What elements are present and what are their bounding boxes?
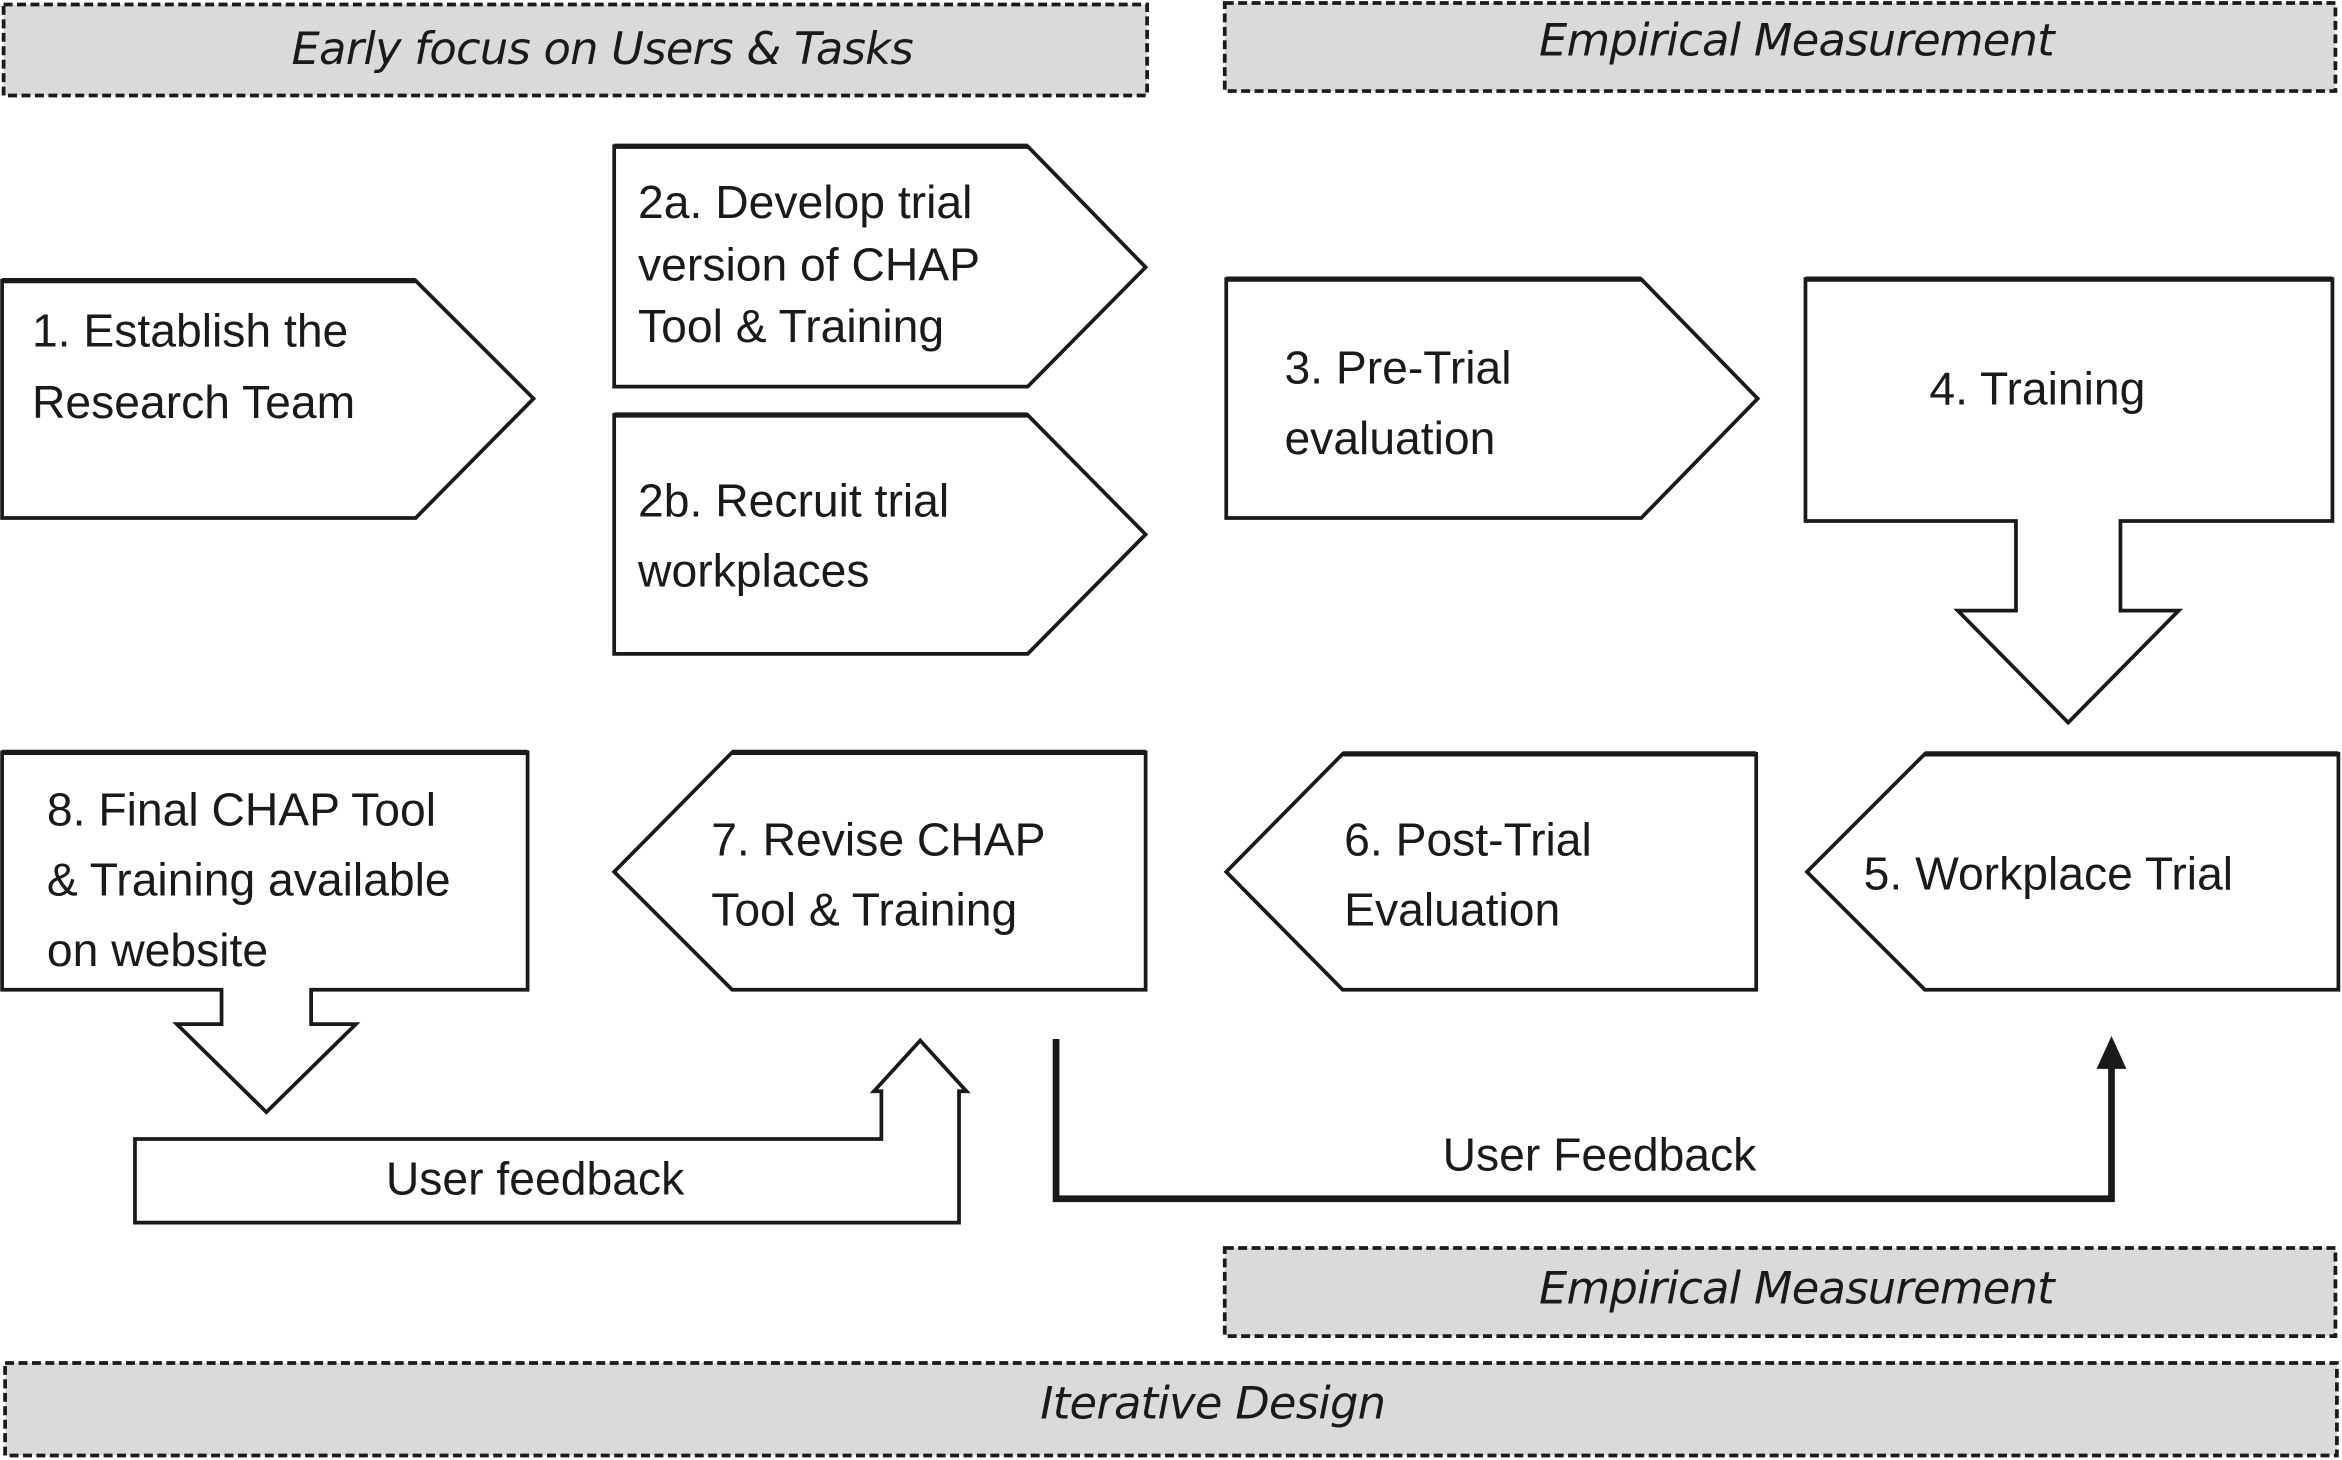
step-3-pre-trial-evaluation: 3. Pre-Trial evaluation (1224, 276, 1761, 520)
step-8-final-chap: 8. Final CHAP Tool & Training available … (0, 749, 530, 1115)
step-2b-shape (612, 413, 1149, 656)
step-3-line-1: 3. Pre-Trial (1284, 342, 1511, 394)
banner-empirical-top: Empirical Measurement (1222, 1, 2338, 93)
step-7-shape (611, 750, 1148, 992)
step-2b-line-1: 2b. Recruit trial (638, 475, 949, 527)
banner-empirical-top-label: Empirical Measurement (1539, 13, 2056, 66)
step-2a-line-3: Tool & Training (638, 300, 944, 352)
step-6-shape (1223, 752, 1759, 992)
banner-empirical-bottom: Empirical Measurement (1222, 1246, 2338, 1338)
banner-early-focus-label: Early focus on Users & Tasks (292, 22, 914, 75)
step-1-line-2: Research Team (32, 376, 355, 428)
user-feedback-right-arrowhead-icon (2096, 1036, 2127, 1069)
step-2b-line-2: workplaces (637, 545, 869, 597)
step-1-establish-team: 1. Establish the Research Team (0, 278, 537, 520)
step-8-line-1: 8. Final CHAP Tool (47, 784, 436, 836)
step-4-training: 4. Training (1803, 276, 2335, 726)
user-feedback-right-label: User Feedback (1443, 1128, 1758, 1180)
step-6-line-1: 6. Post-Trial (1344, 813, 1592, 865)
step-7-line-1: 7. Revise CHAP (711, 813, 1045, 865)
user-feedback-right-arrow: User Feedback (1052, 1036, 2127, 1203)
step-4-line-1: 4. Training (1929, 363, 2145, 415)
banner-iterative-design: Iterative Design (3, 1361, 2339, 1458)
step-2b-recruit-workplaces: 2b. Recruit trial workplaces (612, 412, 1149, 656)
step-2a-line-2: version of CHAP (638, 239, 980, 291)
step-5-workplace-trial: 5. Workplace Trial (1804, 751, 2341, 992)
chap-process-diagram: Early focus on Users & Tasks Empirical M… (0, 1, 2341, 1458)
step-8-line-2: & Training available (47, 854, 451, 906)
step-6-post-trial-evaluation: 6. Post-Trial Evaluation (1223, 751, 1759, 992)
step-5-text: 5. Workplace Trial (1864, 848, 2233, 900)
step-3-line-2: evaluation (1284, 412, 1495, 464)
banner-empirical-bottom-label: Empirical Measurement (1539, 1261, 2056, 1314)
step-4-text: 4. Training (1929, 363, 2145, 415)
banner-early-focus: Early focus on Users & Tasks (1, 2, 1149, 98)
step-4-shape (1803, 277, 2335, 726)
step-7-line-2: Tool & Training (711, 884, 1017, 936)
step-7-revise-chap: 7. Revise CHAP Tool & Training (611, 749, 1148, 992)
step-2a-text: 2a. Develop trial version of CHAP Tool &… (638, 176, 993, 352)
step-2a-line-1: 2a. Develop trial (638, 176, 972, 228)
step-1-line-1: 1. Establish the (32, 304, 348, 356)
user-feedback-left-label: User feedback (386, 1152, 685, 1204)
step-8-line-3: on website (47, 924, 268, 976)
step-5-line-1: 5. Workplace Trial (1864, 848, 2233, 900)
step-3-shape (1224, 277, 1761, 520)
step-2a-develop-trial: 2a. Develop trial version of CHAP Tool &… (612, 143, 1149, 389)
banner-iterative-design-label: Iterative Design (1040, 1376, 1385, 1429)
step-6-line-2: Evaluation (1344, 884, 1560, 936)
